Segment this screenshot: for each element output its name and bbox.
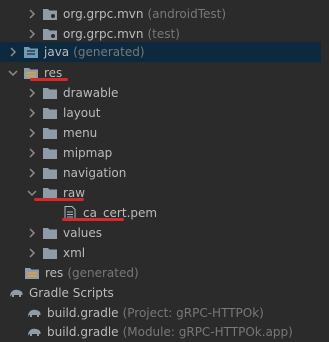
tree-item-label: values: [63, 226, 103, 240]
tree-item-label: drawable: [63, 86, 119, 100]
tree-item-label: build.gradle: [47, 306, 119, 320]
folder-icon: [42, 226, 58, 240]
gradle-elephant-icon: [26, 306, 42, 320]
tree-item-label: java: [44, 45, 70, 59]
chevron-right-icon[interactable]: [7, 46, 19, 58]
tree-item-gradle-scripts[interactable]: Gradle Scripts: [0, 283, 329, 303]
chevron-right-icon[interactable]: [26, 167, 38, 179]
annotation-underline-ca-cert: [62, 218, 124, 221]
tree-item-layout[interactable]: layout: [0, 103, 329, 123]
chevron-right-icon[interactable]: [26, 8, 38, 20]
folder-icon: [42, 106, 58, 120]
tree-item-menu[interactable]: menu: [0, 123, 329, 143]
tree-item-meta: (Project: gRPC-HTTPOk): [122, 306, 264, 320]
tree-item-build-gradle-project[interactable]: build.gradle (Project: gRPC-HTTPOk): [0, 303, 329, 323]
tree-item-label: menu: [63, 126, 98, 140]
chevron-right-icon[interactable]: [26, 107, 38, 119]
folder-icon: [42, 166, 58, 180]
tree-item-meta: (Module: gRPC-HTTPOk.app): [122, 325, 293, 339]
tree-item-ca-cert[interactable]: ca_cert.pem: [0, 203, 329, 223]
gradle-elephant-icon: [8, 286, 24, 300]
package-folder-icon: [42, 27, 58, 41]
tree-item-navigation[interactable]: navigation: [0, 163, 329, 183]
scrollbar[interactable]: [321, 0, 329, 340]
chevron-right-icon[interactable]: [26, 147, 38, 159]
generated-folder-icon: [23, 45, 39, 59]
folder-icon: [42, 86, 58, 100]
tree-item-label: xml: [63, 246, 86, 260]
tree-item-org-grpc-mvn-test[interactable]: org.grpc.mvn (test): [0, 24, 329, 44]
chevron-down-icon[interactable]: [7, 67, 19, 79]
tree-item-values[interactable]: values: [0, 223, 329, 243]
annotation-underline-res: [30, 78, 68, 81]
tree-item-java-generated[interactable]: java (generated): [0, 42, 329, 62]
chevron-right-icon[interactable]: [26, 227, 38, 239]
tree-item-label: mipmap: [63, 146, 113, 160]
tree-item-meta: (generated): [67, 266, 139, 280]
tree-item-mipmap[interactable]: mipmap: [0, 143, 329, 163]
chevron-right-icon[interactable]: [26, 28, 38, 40]
tree-item-meta: (androidTest): [147, 7, 227, 21]
chevron-right-icon[interactable]: [26, 87, 38, 99]
folder-icon: [42, 126, 58, 140]
tree-item-label: layout: [63, 106, 101, 120]
folder-icon: [42, 146, 58, 160]
tree-item-meta: (test): [147, 27, 180, 41]
tree-item-label: org.grpc.mvn: [63, 7, 144, 21]
tree-item-label: res: [45, 266, 64, 280]
annotation-underline-raw: [34, 198, 84, 201]
tree-item-xml[interactable]: xml: [0, 243, 329, 263]
tree-item-drawable[interactable]: drawable: [0, 83, 329, 103]
resource-folder-icon: [24, 266, 40, 280]
tree-item-org-grpc-mvn-androidtest[interactable]: org.grpc.mvn (androidTest): [0, 4, 329, 24]
folder-icon: [42, 246, 58, 260]
package-folder-icon: [42, 7, 58, 21]
tree-item-build-gradle-module[interactable]: build.gradle (Module: gRPC-HTTPOk.app): [0, 322, 329, 342]
chevron-right-icon[interactable]: [26, 127, 38, 139]
gradle-elephant-icon: [26, 325, 42, 339]
tree-item-meta: (generated): [73, 45, 145, 59]
tree-item-label: build.gradle: [47, 325, 119, 339]
tree-item-res-generated[interactable]: res (generated): [0, 263, 329, 283]
project-tree: org.grpc.mvn (androidTest) org.grpc.mvn …: [0, 0, 329, 340]
chevron-right-icon[interactable]: [26, 247, 38, 259]
tree-item-label: navigation: [63, 166, 127, 180]
tree-item-label: org.grpc.mvn: [63, 27, 144, 41]
tree-item-label: Gradle Scripts: [29, 286, 114, 300]
